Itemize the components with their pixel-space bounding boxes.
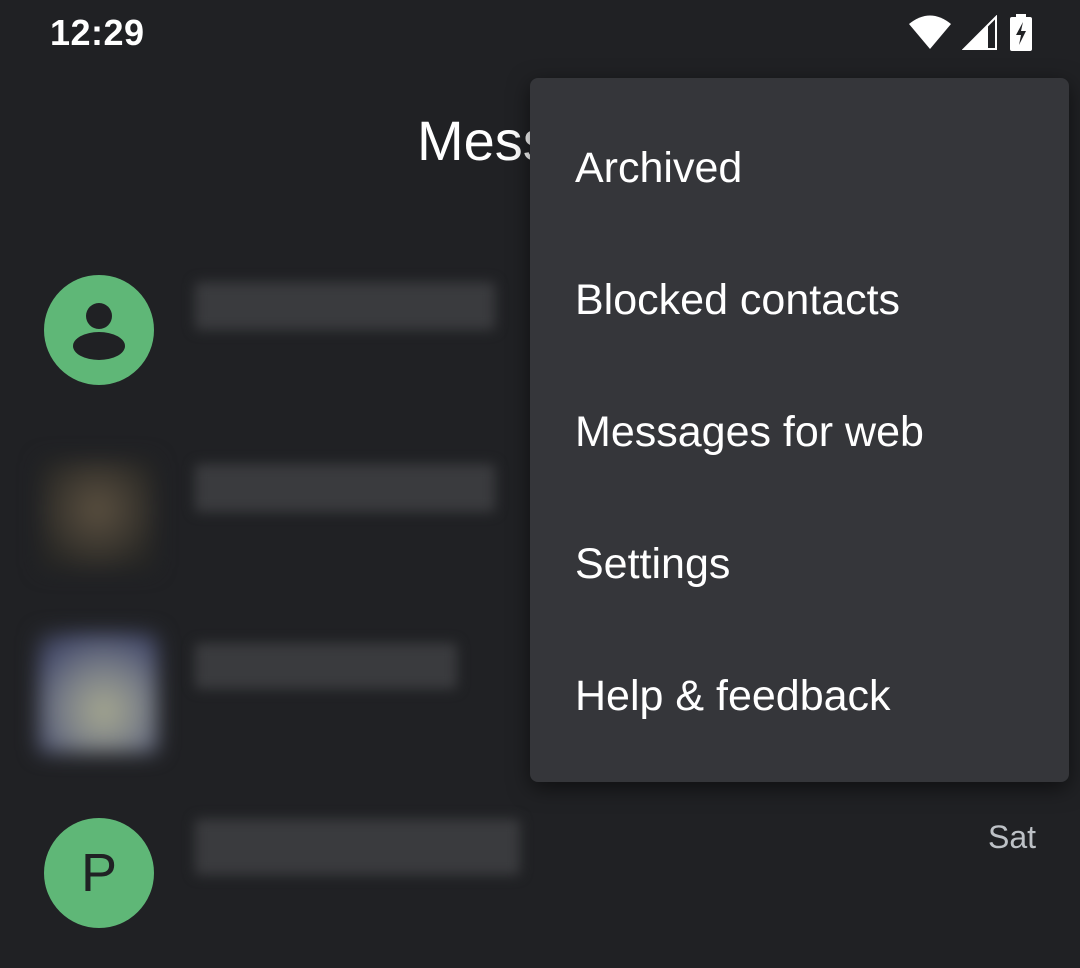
menu-item-blocked-contacts[interactable]: Blocked contacts — [530, 234, 1069, 366]
status-icons — [908, 14, 1034, 57]
avatar — [44, 275, 154, 385]
conversation-item[interactable]: P Sat — [0, 805, 1080, 955]
menu-item-label: Blocked contacts — [575, 275, 901, 324]
status-bar: 12:29 — [0, 0, 1080, 70]
conversation-name-redacted — [195, 643, 457, 689]
menu-item-label: Settings — [575, 539, 731, 588]
avatar: P — [44, 818, 154, 928]
status-clock: 12:29 — [50, 12, 145, 53]
avatar — [40, 460, 155, 570]
wifi-icon — [908, 15, 952, 56]
conversation-name-redacted — [195, 282, 495, 330]
menu-item-messages-for-web[interactable]: Messages for web — [530, 366, 1069, 498]
conversation-timestamp: Sat — [987, 819, 1036, 855]
menu-item-label: Archived — [575, 143, 743, 192]
conversation-name-redacted — [195, 819, 520, 875]
avatar-letter: P — [80, 843, 118, 903]
battery-charging-icon — [1008, 14, 1034, 57]
cell-signal-icon — [961, 14, 998, 56]
avatar — [38, 633, 158, 753]
menu-item-settings[interactable]: Settings — [530, 498, 1069, 630]
menu-item-help-feedback[interactable]: Help & feedback — [530, 630, 1069, 762]
conversation-name-redacted — [195, 464, 495, 512]
menu-item-archived[interactable]: Archived — [530, 102, 1069, 234]
menu-item-label: Messages for web — [575, 407, 924, 456]
overflow-menu: Archived Blocked contacts Messages for w… — [530, 78, 1069, 782]
menu-item-label: Help & feedback — [575, 671, 891, 720]
person-icon — [67, 296, 131, 365]
